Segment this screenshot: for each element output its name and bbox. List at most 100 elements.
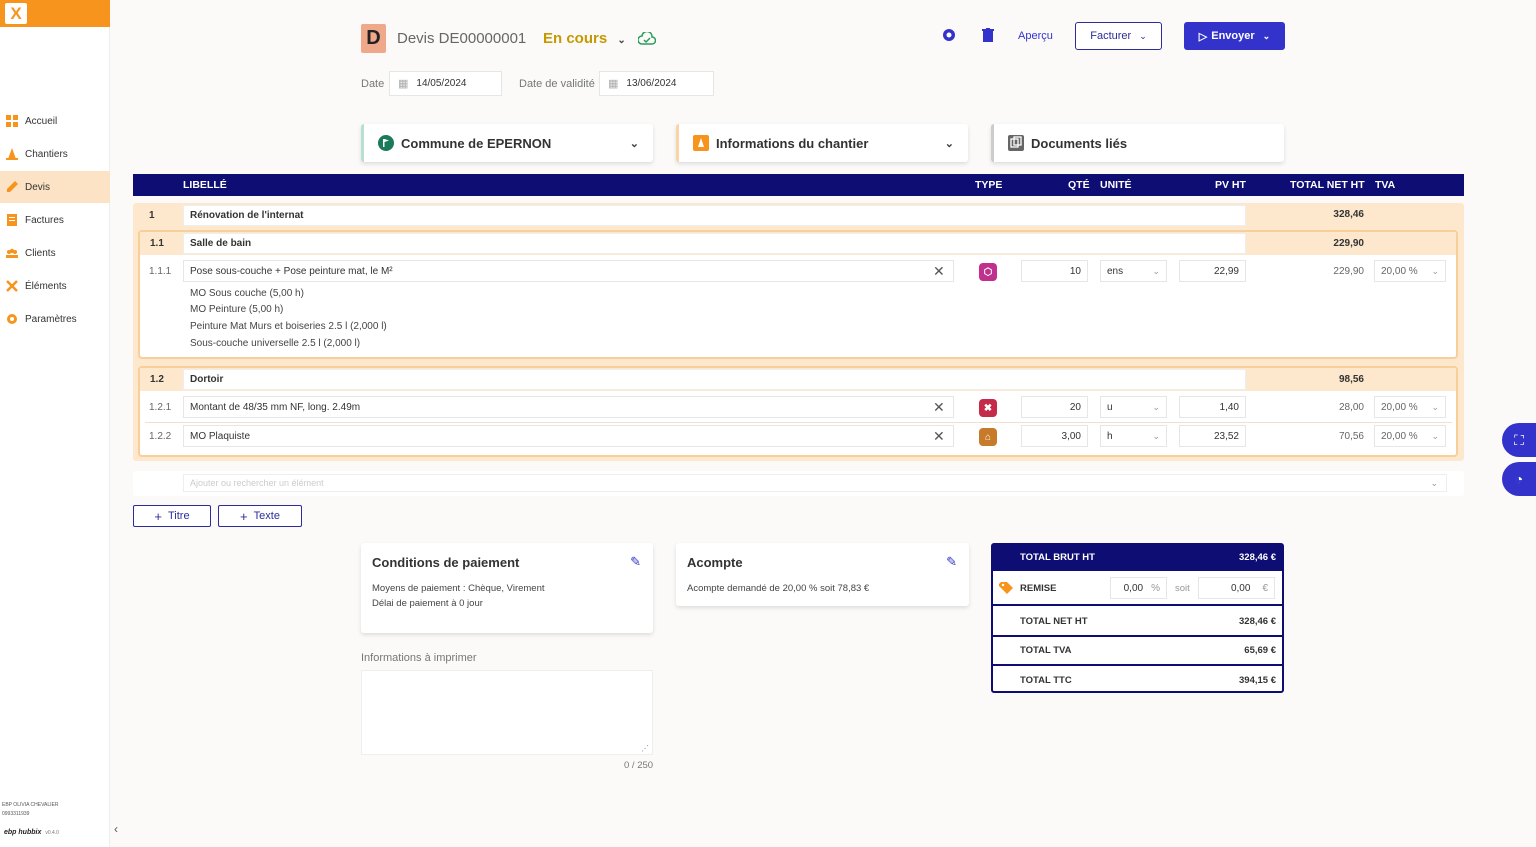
tva-value: 20,00 % (1381, 430, 1418, 442)
calendar-icon: ▦ (398, 78, 409, 90)
qty-input[interactable]: 10 (1021, 260, 1088, 282)
add-title-button[interactable]: + Titre (133, 505, 211, 527)
sidebar-item-chantiers[interactable]: Chantiers (0, 138, 110, 170)
collapse-sidebar-icon[interactable]: ‹ (114, 822, 118, 836)
acompte-card: Acompte ✎ Acompte demandé de 20,00 % soi… (676, 543, 969, 606)
sidebar-item-elements[interactable]: Éléments (0, 270, 110, 302)
add-text-label: Texte (253, 510, 280, 522)
chevron-down-icon: ⌄ (617, 35, 626, 46)
row-total: 28,00 (1338, 402, 1364, 413)
cloud-sync-icon (638, 32, 656, 45)
add-text-button[interactable]: + Texte (218, 505, 302, 527)
remise-percent-value: 0,00 (1123, 582, 1144, 594)
dashboard-icon (6, 115, 18, 127)
tva-select[interactable]: 20,00 % ⌄ (1374, 396, 1446, 418)
unit-value: ens (1107, 265, 1124, 277)
resize-handle-icon[interactable]: ⋰ (641, 744, 649, 753)
item-label: Pose sous-couche + Pose peinture mat, le… (190, 265, 393, 277)
total-ttc-row: TOTAL TTC 394,15 € (993, 666, 1282, 695)
unit-select[interactable]: u ⌄ (1100, 396, 1167, 418)
plus-icon: + (240, 508, 248, 524)
item-label-input[interactable]: Pose sous-couche + Pose peinture mat, le… (183, 260, 954, 282)
item-label-input[interactable]: MO Plaquiste (183, 425, 954, 447)
clear-icon[interactable]: ✕ (933, 263, 945, 280)
price-input[interactable]: 22,99 (1179, 260, 1246, 282)
group-total: 98,56 (1338, 374, 1364, 385)
price-input[interactable]: 23,52 (1179, 425, 1246, 447)
client-name: Commune de EPERNON (401, 135, 552, 151)
sidebar-item-label: Factures (25, 214, 64, 226)
gear-icon (7, 314, 17, 324)
clear-icon[interactable]: ✕ (933, 399, 945, 416)
qty-input[interactable]: 20 (1021, 396, 1088, 418)
user-name: EBP OLIVIA CHEVALIER (2, 802, 59, 808)
subline-item: MO Sous couche (5,00 h) (190, 288, 304, 299)
group-title[interactable]: Salle de bain (183, 233, 1246, 254)
date-field[interactable]: ▦ 14/05/2024 (389, 71, 502, 96)
preview-link[interactable]: Aperçu (1018, 30, 1053, 42)
total-tva-label: TOTAL TVA (1020, 645, 1072, 656)
sidebar-item-clients[interactable]: Clients (0, 237, 110, 269)
chevron-down-icon: ⌄ (1152, 265, 1160, 276)
edit-icon[interactable]: ✎ (946, 554, 957, 570)
client-card[interactable]: Commune de EPERNON ⌄ (361, 124, 653, 162)
validity-label: Date de validité (519, 78, 595, 90)
settings-gear-icon[interactable] (942, 28, 956, 42)
facturer-button[interactable]: Facturer ⌄ (1075, 22, 1162, 50)
sidebar-item-label: Paramètres (25, 313, 77, 325)
unit-select[interactable]: ens ⌄ (1100, 260, 1167, 282)
payment-methods: Moyens de paiement : Chèque, Virement (372, 583, 545, 594)
totals-panel: TOTAL BRUT HT 328,46 € REMISE 0,00% soit… (991, 543, 1284, 693)
sidebar-item-factures[interactable]: Factures (0, 204, 110, 236)
documents-card[interactable]: Documents liés (991, 124, 1284, 162)
date-label: Date (361, 78, 385, 90)
remise-amount-input[interactable]: 0,00 € (1198, 577, 1275, 599)
table-header: LIBELLÉ TYPE QTÉ UNITÉ PV HT TOTAL NET H… (133, 174, 1464, 196)
section-title[interactable]: Rénovation de l'internat (183, 205, 1246, 226)
payment-title: Conditions de paiement (372, 555, 520, 570)
tva-select[interactable]: 20,00 % ⌄ (1374, 425, 1446, 447)
sidebar-item-parametres[interactable]: Paramètres (0, 303, 110, 335)
total-brut-label: TOTAL BRUT HT (1020, 551, 1095, 563)
chevron-down-icon: ⌄ (1152, 430, 1160, 441)
envoyer-label: Envoyer (1211, 30, 1255, 42)
status-dropdown[interactable]: En cours ⌄ (543, 30, 626, 47)
construction-icon (693, 135, 709, 151)
calendar-icon: ▦ (608, 78, 619, 90)
total-tva-row: TOTAL TVA 65,69 € (993, 637, 1282, 666)
sidebar-item-label: Devis (25, 181, 51, 193)
cone-icon (6, 148, 18, 160)
flag-icon (378, 135, 394, 151)
add-element-input[interactable]: Ajouter ou rechercher un élément ⌄ (183, 474, 1447, 492)
qty-input[interactable]: 3,00 (1021, 425, 1088, 447)
qty-value: 20 (1069, 401, 1081, 413)
chart-button[interactable]: ◔ (1502, 462, 1536, 496)
item-label-input[interactable]: Montant de 48/35 mm NF, long. 2.49m (183, 396, 954, 418)
section-number: 1 (149, 210, 155, 221)
print-info-textarea[interactable]: ⋰ (361, 670, 653, 755)
fullscreen-button[interactable]: ⛶ (1502, 423, 1536, 457)
acompte-title: Acompte (687, 555, 743, 570)
tva-select[interactable]: 20,00 % ⌄ (1374, 260, 1446, 282)
chevron-down-icon: ⌄ (1431, 401, 1439, 412)
section-total: 328,46 (1333, 209, 1364, 220)
validity-date-field[interactable]: ▦ 13/06/2024 (599, 71, 714, 96)
price-input[interactable]: 1,40 (1179, 396, 1246, 418)
app-logo[interactable]: X (0, 0, 110, 27)
main-oeuvre-type-icon: ⌂ (979, 428, 997, 446)
edit-icon[interactable]: ✎ (630, 554, 641, 570)
group-title[interactable]: Dortoir (183, 369, 1246, 390)
unit-select[interactable]: h ⌄ (1100, 425, 1167, 447)
payment-delay: Délai de paiement à 0 jour (372, 598, 483, 609)
unit-value: h (1107, 430, 1113, 442)
sidebar-item-accueil[interactable]: Accueil (0, 105, 110, 137)
remise-percent-input[interactable]: 0,00% (1110, 577, 1167, 599)
clear-icon[interactable]: ✕ (933, 428, 945, 445)
total-ttc-label: TOTAL TTC (1020, 675, 1072, 686)
trash-icon[interactable] (982, 28, 994, 42)
envoyer-button[interactable]: ▷ Envoyer ⌄ (1184, 22, 1285, 50)
sidebar-item-devis[interactable]: Devis (0, 171, 110, 203)
group-number: 1.1 (150, 238, 164, 249)
subline-item: MO Peinture (5,00 h) (190, 304, 284, 315)
chantier-card[interactable]: Informations du chantier ⌄ (676, 124, 968, 162)
